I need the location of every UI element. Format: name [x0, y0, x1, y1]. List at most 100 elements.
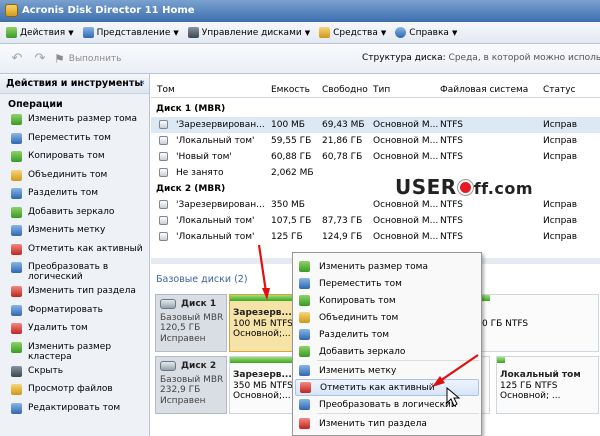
watermark-text: USER — [395, 175, 457, 199]
table-cell-status: Исправ — [543, 216, 578, 226]
convert-logical-icon — [299, 399, 310, 410]
context-menu-item-label: Копировать том — [319, 295, 396, 306]
view-icon — [82, 27, 94, 38]
undo-button[interactable]: ↶ — [8, 50, 26, 68]
change-label-icon — [11, 225, 22, 236]
sidebar-item-label: Преобразовать в логический — [28, 262, 109, 282]
run-button[interactable]: ⚑ Выполнить — [54, 50, 121, 68]
hard-disk-icon — [160, 299, 176, 310]
sidebar-item[interactable]: Преобразовать в логический — [0, 260, 149, 284]
disk-2-info[interactable]: Диск 2 Базовый MBR 232,9 ГБ Исправен — [155, 356, 227, 414]
app-icon — [5, 4, 18, 17]
partition-name: Зарезерв... — [233, 370, 292, 380]
merge-volume-icon — [11, 169, 22, 181]
column-header-volume[interactable]: Том — [157, 85, 175, 95]
disk-status: Исправен — [160, 333, 206, 344]
sidebar-item[interactable]: Добавить зеркало — [0, 205, 149, 224]
column-header-type[interactable]: Тип — [373, 85, 390, 95]
sidebar-item[interactable]: Форматировать — [0, 303, 149, 322]
menu-help[interactable]: Справка ▼ — [395, 27, 457, 38]
partition-disk2-local-2[interactable]: Локальный том 125 ГБ NTFS Основной; ... — [496, 356, 599, 414]
table-cell-capacity: 107,5 ГБ — [271, 216, 312, 226]
partition-usage-bar — [230, 357, 292, 363]
add-mirror-icon — [11, 206, 22, 218]
partition-usage-bar — [230, 295, 292, 301]
sidebar-item-label: Форматировать — [28, 304, 103, 315]
menu-actions[interactable]: Действия ▼ — [6, 27, 74, 38]
context-menu-item[interactable]: Копировать том — [295, 292, 479, 309]
sidebar-item-label: Скрыть — [28, 365, 64, 376]
sidebar-item[interactable]: Переместить том — [0, 131, 149, 150]
sidebar-item[interactable]: Изменить тип раздела — [0, 284, 149, 303]
context-menu-item[interactable]: Объединить том — [295, 309, 479, 326]
context-menu-item[interactable]: Изменить размер тома — [295, 258, 479, 275]
browse-files-icon — [11, 384, 22, 395]
table-row[interactable]: 'Локальный том' 125 ГБ 124,9 ГБ Основной М.… — [151, 229, 600, 245]
context-menu-item[interactable]: Переместить том — [295, 275, 479, 292]
context-menu-item-label: Изменить метку — [319, 365, 397, 376]
change-partition-type-icon — [11, 286, 22, 297]
context-menu-item-label: Добавить зеркало — [319, 346, 406, 357]
table-cell-free: 69,43 МБ — [322, 120, 365, 130]
delete-volume-icon — [11, 323, 22, 334]
table-cell-fs: NTFS — [440, 136, 463, 146]
sidebar-item[interactable]: Изменить размер тома — [0, 112, 149, 131]
chevron-down-icon: ▼ — [451, 28, 458, 37]
sidebar-item[interactable]: Отметить как активный — [0, 242, 149, 261]
table-cell-type: Основной М... — [373, 216, 439, 226]
table-row[interactable]: 'Зарезервирован... 350 МБ Основной М... NTF… — [151, 197, 600, 213]
table-cell-free: 60,78 ГБ — [322, 152, 363, 162]
menu-separator — [317, 413, 479, 414]
partition-type: Основной; ... — [500, 391, 561, 401]
menu-view[interactable]: Представление ▼ — [82, 27, 179, 38]
menu-disk-management[interactable]: Управление дисками ▼ — [187, 27, 310, 38]
table-cell-name: 'Новый том' — [176, 152, 232, 162]
context-menu-item[interactable]: Изменить метку — [295, 362, 479, 379]
table-cell-type: Основной М... — [373, 152, 439, 162]
column-header-free[interactable]: Свободно — [322, 85, 368, 95]
disk-structure[interactable]: Структура диска: Среда, в которой можно … — [362, 53, 600, 63]
context-menu-item[interactable]: Изменить тип раздела — [295, 415, 479, 432]
sidebar-item[interactable]: Удалить том — [0, 321, 149, 340]
sidebar-item[interactable]: Редактировать том — [0, 401, 149, 420]
partition-disk2-reserved[interactable]: Зарезерв... 350 МБ NTFS Основной;... — [229, 356, 293, 414]
context-menu-item-label: Изменить размер тома — [319, 261, 428, 272]
hide-icon — [11, 365, 22, 377]
menu-bar: Действия ▼ Представление ▼ Управление диск… — [0, 22, 600, 44]
undo-icon: ↶ — [11, 51, 23, 66]
table-row[interactable]: 'Зарезервирован... 100 МБ 69,43 МБ Основной… — [151, 117, 600, 133]
column-header-capacity[interactable]: Емкость — [271, 85, 310, 95]
sidebar-item[interactable]: Объединить том — [0, 168, 149, 187]
sidebar-item-label: Разделить том — [28, 188, 99, 198]
table-cell-name: Не занято — [176, 168, 224, 178]
table-cell-type: Основной М... — [373, 136, 439, 146]
column-header-status[interactable]: Статус — [543, 85, 576, 95]
disk-size: 120,5 ГБ — [160, 323, 201, 333]
sidebar-item[interactable]: Копировать том — [0, 149, 149, 168]
sidebar-item[interactable]: Изменить размер кластера — [0, 340, 149, 364]
partition-usage-bar — [497, 357, 506, 363]
merge-volume-icon — [299, 312, 310, 323]
context-menu-item[interactable]: Преобразовать в логический — [295, 396, 479, 413]
sidebar-item[interactable]: Разделить том — [0, 186, 149, 205]
sidebar-item[interactable]: Просмотр файлов — [0, 382, 149, 401]
sidebar-item-label: Переместить том — [28, 132, 111, 143]
table-row[interactable]: 'Локальный том' 59,55 ГБ 21,86 ГБ Основной … — [151, 133, 600, 149]
table-row[interactable]: 'Новый том' 60,88 ГБ 60,78 ГБ Основной М...… — [151, 149, 600, 165]
disk-kind: Базовый MBR — [160, 312, 224, 323]
chevron-down-icon: ▼ — [380, 28, 387, 37]
disk-1-info[interactable]: Диск 1 Базовый MBR 120,5 ГБ Исправен — [155, 294, 227, 352]
mark-active-icon — [300, 382, 311, 393]
context-menu-item[interactable]: Добавить зеркало — [295, 343, 479, 360]
sidebar-item[interactable]: Изменить метку — [0, 223, 149, 242]
partition-disk1-reserved[interactable]: Зарезерв... 100 МБ NTFS Основной;... — [229, 294, 293, 352]
table-row[interactable]: 'Локальный том' 107,5 ГБ 87,73 ГБ Основной … — [151, 213, 600, 229]
sidebar-item[interactable]: Скрыть — [0, 364, 149, 383]
redo-button[interactable]: ↷ — [31, 50, 49, 68]
partition-disk1-new[interactable]: 0 ГБ NTFS — [477, 294, 599, 352]
column-header-filesystem[interactable]: Файловая система — [440, 85, 528, 95]
context-menu-item[interactable]: Разделить том — [295, 326, 479, 343]
context-menu-item[interactable]: Отметить как активный — [295, 379, 479, 396]
menu-tools[interactable]: Средства ▼ — [319, 27, 386, 38]
collapse-icon[interactable]: « — [139, 78, 145, 88]
